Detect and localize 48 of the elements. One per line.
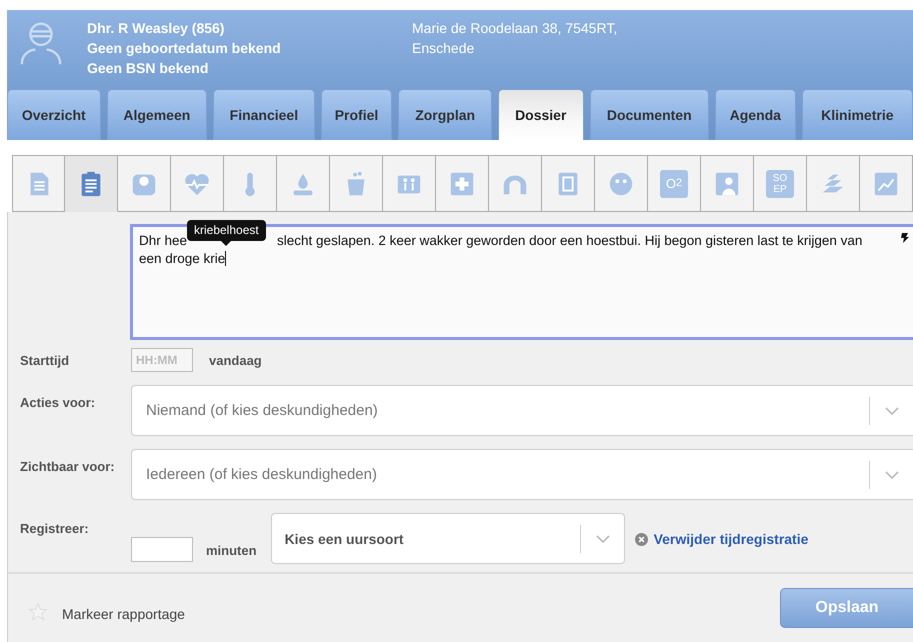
cup-tab[interactable] [330, 155, 383, 212]
select-field[interactable]: Iedereen (of kies deskundigheden) [131, 449, 913, 500]
arch-tab[interactable] [489, 155, 542, 212]
patient-name: Dhr. R Weasley (856) [87, 19, 226, 38]
address-line: Enschede [412, 39, 476, 58]
field-label: Registreer: [19, 520, 90, 536]
remove-icon [634, 533, 648, 546]
field-label: Acties voor: [19, 394, 96, 410]
mark-label: Markeer rapportage [62, 606, 185, 622]
face-tab[interactable] [595, 155, 648, 212]
field-label: Zichtbaar voor: [19, 458, 116, 474]
chevron-down-icon [596, 534, 610, 542]
tab[interactable]: Klinimetrie [802, 89, 913, 140]
thermometer-tab[interactable] [224, 155, 277, 212]
birth-date: Geen geboortedatum bekend [87, 39, 282, 58]
address-line: Marie de Roodelaan 38, 7545RT, [412, 19, 618, 38]
cross-tab[interactable] [436, 155, 489, 212]
tooltip-pointer-icon [221, 241, 232, 246]
tab[interactable]: Agenda [714, 89, 796, 140]
tab[interactable]: Financieel [213, 89, 315, 140]
soep-icon: SO EP [766, 170, 794, 198]
unit-text: minuten [206, 543, 257, 558]
layers-tab[interactable] [807, 155, 860, 212]
time-field[interactable]: HH:MM [131, 348, 193, 372]
tab[interactable]: Zorgplan [398, 89, 492, 140]
heart-tab[interactable] [171, 155, 224, 212]
tab[interactable]: Documenten [590, 89, 709, 140]
field-label: Starttijd [19, 352, 70, 368]
drop-tab[interactable] [277, 155, 330, 212]
minutes-field[interactable] [131, 537, 193, 562]
chevron-down-icon [885, 406, 899, 414]
tab[interactable]: Algemeen [106, 89, 208, 140]
remove-time-link[interactable]: Verwijder tijdregistratie [654, 530, 808, 546]
tab[interactable]: Dossier [498, 89, 584, 140]
select-field[interactable]: Niemand (of kies deskundigheden) [131, 385, 913, 436]
chart-tab[interactable] [860, 155, 913, 212]
clipboard-tab[interactable] [65, 155, 118, 212]
bsn-number: Geen BSN bekend [87, 59, 210, 78]
frame-tab[interactable] [542, 155, 595, 212]
chevron-down-icon [885, 470, 899, 478]
hour-type-select[interactable]: Kies een uursoort [270, 513, 625, 564]
document-tab[interactable] [12, 155, 65, 212]
tab[interactable]: Profiel [320, 89, 392, 140]
people-tab[interactable] [383, 155, 436, 212]
tab[interactable]: Overzicht [7, 89, 101, 140]
scale-tab[interactable] [118, 155, 171, 212]
person-tab[interactable] [701, 155, 754, 212]
day-text: vandaag [209, 352, 262, 368]
